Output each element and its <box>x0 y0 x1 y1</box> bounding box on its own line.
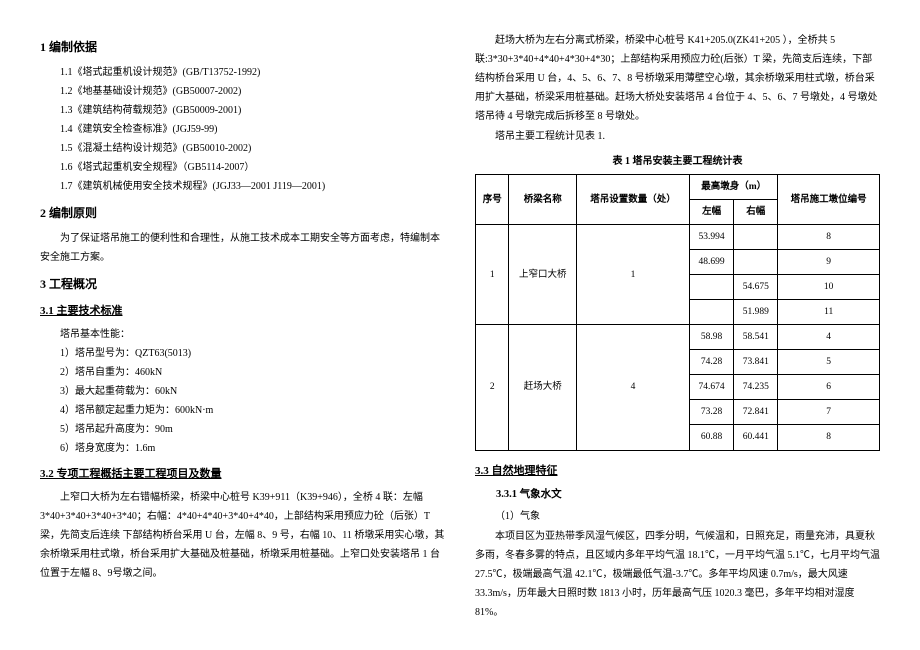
sec1-item: 1.7《建筑机械使用安全技术规程》(JGJ33—2001 J119—2001) <box>40 177 445 196</box>
sec32-title: 3.2 专项工程概括主要工程项目及数量 <box>40 464 445 485</box>
td: 51.989 <box>734 300 778 325</box>
td: 72.841 <box>734 400 778 425</box>
td: 8 <box>778 225 880 250</box>
th-seq: 序号 <box>476 175 509 225</box>
sec31-item: 5）塔吊起升高度为：90m <box>40 420 445 439</box>
sec1-item: 1.3《建筑结构荷载规范》(GB50009-2001) <box>40 101 445 120</box>
td: 6 <box>778 375 880 400</box>
th-right: 右幅 <box>734 200 778 225</box>
sec31-item: 6）塔身宽度为：1.6m <box>40 439 445 458</box>
sec1-item: 1.2《地基基础设计规范》(GB50007-2002) <box>40 82 445 101</box>
th-qty: 塔吊设置数量（处） <box>577 175 690 225</box>
td <box>690 275 734 300</box>
stats-table: 序号 桥梁名称 塔吊设置数量（处） 最高墩身（m） 塔吊施工墩位编号 左幅 右幅… <box>475 174 880 451</box>
sec2-title: 2 编制原则 <box>40 202 445 225</box>
sec31-item: 4）塔吊额定起重力矩为：600kN·m <box>40 401 445 420</box>
th-name: 桥梁名称 <box>509 175 577 225</box>
sec3-title: 3 工程概况 <box>40 273 445 296</box>
sec32-p2: 赶场大桥为左右分离式桥梁，桥梁中心桩号 K41+205.0(ZK41+205 ）… <box>475 31 880 126</box>
sec1-title: 1 编制依据 <box>40 36 445 59</box>
sec31-title: 3.1 主要技术标准 <box>40 301 445 322</box>
td: 58.541 <box>734 325 778 350</box>
sec331-title: 3.3.1 气象水文 <box>475 485 880 505</box>
td: 73.28 <box>690 400 734 425</box>
td: 上窄口大桥 <box>509 225 577 325</box>
sec32-p3: 塔吊主要工程统计见表 1. <box>475 127 880 146</box>
td: 74.28 <box>690 350 734 375</box>
th-height: 最高墩身（m） <box>690 175 778 200</box>
td: 9 <box>778 250 880 275</box>
td: 1 <box>577 225 690 325</box>
td: 54.675 <box>734 275 778 300</box>
td: 73.841 <box>734 350 778 375</box>
td: 48.699 <box>690 250 734 275</box>
sec33-title: 3.3 自然地理特征 <box>475 461 880 482</box>
td: 60.441 <box>734 425 778 450</box>
td: 58.98 <box>690 325 734 350</box>
td: 53.994 <box>690 225 734 250</box>
td: 7 <box>778 400 880 425</box>
sec31-lead: 塔吊基本性能： <box>40 325 445 344</box>
td: 1 <box>476 225 509 325</box>
td: 8 <box>778 425 880 450</box>
sec1-item: 1.5《混凝土结构设计规范》(GB50010-2002) <box>40 139 445 158</box>
sec1-item: 1.1《塔式起重机设计规范》(GB/T13752-1992) <box>40 63 445 82</box>
td: 4 <box>577 325 690 450</box>
sec31-item: 2）塔吊自重为：460kN <box>40 363 445 382</box>
td: 74.674 <box>690 375 734 400</box>
sec33-p1: 本项目区为亚热带季风湿气候区，四季分明，气候温和，日照充足，雨量充沛，具夏秋多雨… <box>475 527 880 622</box>
td: 2 <box>476 325 509 450</box>
th-left: 左幅 <box>690 200 734 225</box>
sec31-item: 1）塔吊型号为：QZT63(5013) <box>40 344 445 363</box>
td: 74.235 <box>734 375 778 400</box>
sec1-item: 1.6《塔式起重机安全规程》（GB5114-2007） <box>40 158 445 177</box>
td <box>690 300 734 325</box>
td <box>734 250 778 275</box>
td: 4 <box>778 325 880 350</box>
sec1-item: 1.4《建筑安全检查标准》(JGJ59-99) <box>40 120 445 139</box>
td: 60.88 <box>690 425 734 450</box>
td <box>734 225 778 250</box>
sec32-p1: 上窄口大桥为左右错幅桥梁，桥梁中心桩号 K39+911（K39+946），全桥 … <box>40 488 445 583</box>
td: 5 <box>778 350 880 375</box>
right-column: 赶场大桥为左右分离式桥梁，桥梁中心桩号 K41+205.0(ZK41+205 ）… <box>460 30 895 620</box>
td: 11 <box>778 300 880 325</box>
table-caption: 表 1 塔吊安装主要工程统计表 <box>475 152 880 171</box>
sec2-text: 为了保证塔吊施工的便利性和合理性，从施工技术成本工期安全等方面考虑，特编制本安全… <box>40 229 445 267</box>
td: 赶场大桥 <box>509 325 577 450</box>
left-column: 1 编制依据 1.1《塔式起重机设计规范》(GB/T13752-1992) 1.… <box>25 30 460 620</box>
th-pier: 塔吊施工墩位编号 <box>778 175 880 225</box>
sec33-lead: （1）气象 <box>475 507 880 526</box>
sec31-item: 3）最大起重荷载为：60kN <box>40 382 445 401</box>
td: 10 <box>778 275 880 300</box>
